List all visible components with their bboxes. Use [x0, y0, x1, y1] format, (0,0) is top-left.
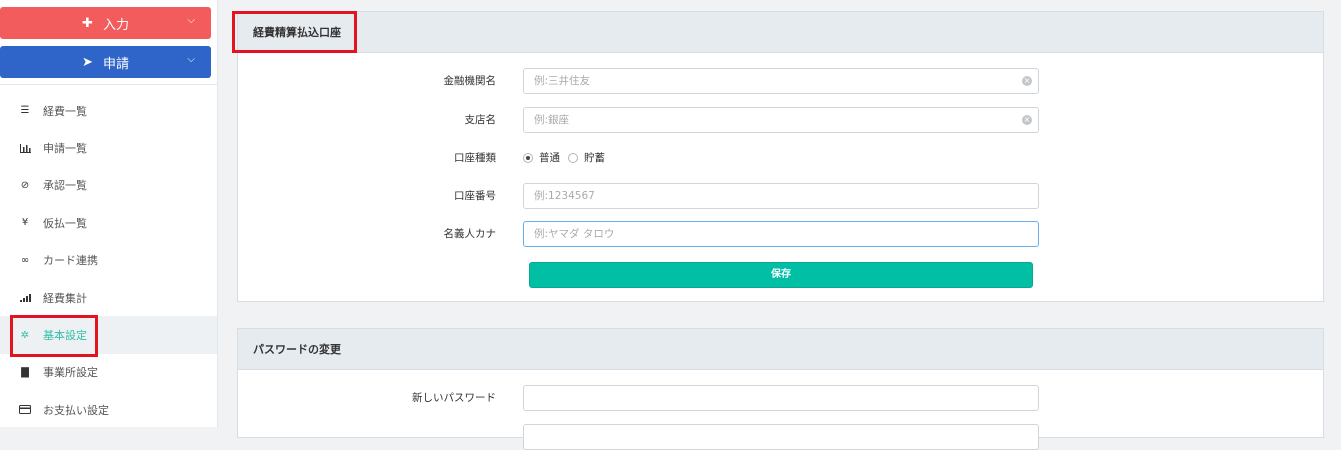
clear-icon[interactable]: ×	[1022, 115, 1032, 125]
password-panel: パスワードの変更 新しいパスワード	[237, 328, 1324, 450]
sidebar-item-expense-summary[interactable]: 経費集計	[0, 279, 217, 316]
bank-name-placeholder: 例:三井住友	[534, 75, 591, 87]
credit-card-icon	[18, 405, 32, 415]
input-button-label: 入力	[102, 17, 129, 33]
sidebar-item-label: 申請一覧	[43, 142, 87, 156]
link-icon: ∞	[20, 254, 30, 266]
input-button[interactable]: ✚ 入力 ⌵	[0, 7, 211, 39]
holder-kana-label: 名義人カナ	[443, 228, 497, 240]
confirm-password-input[interactable]	[523, 424, 1039, 450]
radio-ordinary-label: 普通	[539, 152, 560, 164]
apply-button[interactable]: ➤ 申請 ⌵	[0, 46, 211, 78]
radio-savings[interactable]	[568, 153, 578, 163]
building-icon: ▇	[21, 366, 29, 378]
chevron-down-icon: ⌵	[187, 15, 195, 26]
sidebar: ✚ 入力 ⌵ ➤ 申請 ⌵ ☰ 経費一覧 申請一覧 ⊘ 承認一覧 ¥ 仮払一覧 …	[0, 0, 218, 427]
sidebar-nav: ☰ 経費一覧 申請一覧 ⊘ 承認一覧 ¥ 仮払一覧 ∞ カード連携 経費集計 ✲…	[0, 92, 217, 429]
sidebar-item-approval-list[interactable]: ⊘ 承認一覧	[0, 167, 217, 204]
signal-icon	[18, 293, 32, 302]
sidebar-item-label: 経費一覧	[43, 104, 87, 118]
account-type-radios: 普通 貯蓄	[523, 145, 605, 171]
panel-title: パスワードの変更	[238, 329, 1323, 370]
panel-title: 経費精算払込口座	[238, 12, 1323, 53]
bank-name-label: 金融機関名	[443, 75, 497, 87]
sidebar-item-expense-list[interactable]: ☰ 経費一覧	[0, 92, 217, 129]
account-type-row: 口座種類 普通 貯蓄	[238, 145, 1323, 171]
sidebar-item-label: 経費集計	[43, 291, 87, 305]
confirm-password-row	[238, 424, 1323, 450]
new-password-row: 新しいパスワード	[238, 385, 1323, 411]
holder-kana-input[interactable]: 例:ヤマダ タロウ	[523, 221, 1039, 247]
clear-icon[interactable]: ×	[1022, 76, 1032, 86]
sidebar-item-label: お支払い設定	[43, 403, 109, 417]
sidebar-item-label: カード連携	[43, 254, 98, 268]
sidebar-item-office-settings[interactable]: ▇ 事業所設定	[0, 354, 217, 391]
bank-name-row: 金融機関名 例:三井住友 ×	[238, 68, 1323, 94]
holder-kana-placeholder: 例:ヤマダ タロウ	[534, 228, 615, 240]
sidebar-item-label: 事業所設定	[43, 366, 98, 380]
apply-button-label: 申請	[102, 56, 129, 72]
account-type-label: 口座種類	[454, 152, 496, 164]
chevron-down-icon: ⌵	[187, 54, 195, 65]
new-password-label: 新しいパスワード	[412, 392, 496, 404]
radio-ordinary[interactable]	[523, 153, 533, 163]
bank-account-panel: 経費精算払込口座 金融機関名 例:三井住友 × 支店名 例:銀座 × 口座種類 …	[237, 11, 1324, 302]
sidebar-item-label: 承認一覧	[43, 179, 87, 193]
bank-name-input[interactable]: 例:三井住友 ×	[523, 68, 1039, 94]
holder-kana-row: 名義人カナ 例:ヤマダ タロウ	[238, 221, 1323, 247]
sidebar-item-label: 仮払一覧	[43, 216, 87, 230]
branch-row: 支店名 例:銀座 ×	[238, 107, 1323, 133]
bar-chart-icon	[18, 143, 32, 153]
new-password-input[interactable]	[523, 385, 1039, 411]
account-number-placeholder: 例:1234567	[534, 190, 595, 202]
highlight-box	[10, 315, 98, 357]
branch-placeholder: 例:銀座	[534, 114, 570, 126]
branch-input[interactable]: 例:銀座 ×	[523, 107, 1039, 133]
sidebar-item-advance-list[interactable]: ¥ 仮払一覧	[0, 204, 217, 241]
paper-plane-icon: ➤	[82, 54, 93, 70]
sidebar-item-card-link[interactable]: ∞ カード連携	[0, 242, 217, 279]
branch-label: 支店名	[464, 114, 497, 126]
yen-icon: ¥	[21, 217, 29, 229]
account-number-row: 口座番号 例:1234567	[238, 183, 1323, 209]
radio-savings-label: 貯蓄	[584, 152, 605, 164]
account-number-input[interactable]: 例:1234567	[523, 183, 1039, 209]
check-circle-icon: ⊘	[20, 179, 30, 191]
save-button[interactable]: 保存	[529, 262, 1033, 288]
sidebar-item-payment-settings[interactable]: お支払い設定	[0, 391, 217, 428]
highlight-box	[232, 11, 357, 53]
sidebar-item-application-list[interactable]: 申請一覧	[0, 129, 217, 166]
sidebar-divider	[0, 84, 217, 85]
list-icon: ☰	[20, 105, 30, 117]
account-number-label: 口座番号	[454, 190, 496, 202]
plus-icon: ✚	[82, 15, 93, 31]
